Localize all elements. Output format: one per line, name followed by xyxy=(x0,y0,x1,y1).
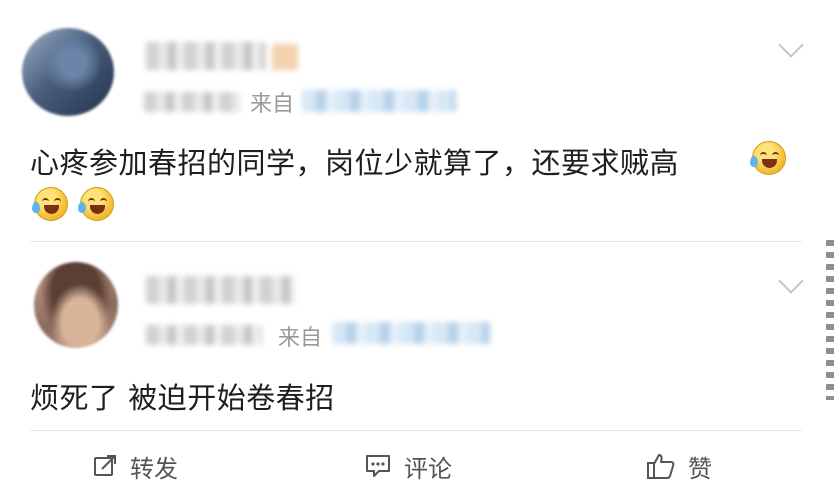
like-button[interactable]: 赞 xyxy=(646,446,712,486)
source-device-blurred xyxy=(332,322,490,344)
comment-2: 来自 烦死了 被迫开始卷春招 xyxy=(0,0,834,430)
comment-icon xyxy=(366,455,390,477)
chevron-down-icon[interactable] xyxy=(778,268,804,294)
timestamp-blurred xyxy=(146,325,262,345)
comment-label: 评论 xyxy=(404,454,452,483)
source-prefix: 来自 xyxy=(278,326,323,351)
comment-text: 烦死了 被迫开始卷春招 xyxy=(30,381,335,415)
repost-button[interactable]: 转发 xyxy=(92,446,178,486)
scrollbar[interactable] xyxy=(826,240,834,400)
repost-label: 转发 xyxy=(130,454,178,483)
repost-icon xyxy=(94,455,116,476)
username-blurred[interactable] xyxy=(146,276,296,304)
avatar[interactable] xyxy=(34,262,118,348)
thumbs-up-icon xyxy=(647,454,675,479)
comment-button[interactable]: 评论 xyxy=(364,446,452,486)
divider xyxy=(30,430,802,431)
like-label: 赞 xyxy=(688,454,712,483)
